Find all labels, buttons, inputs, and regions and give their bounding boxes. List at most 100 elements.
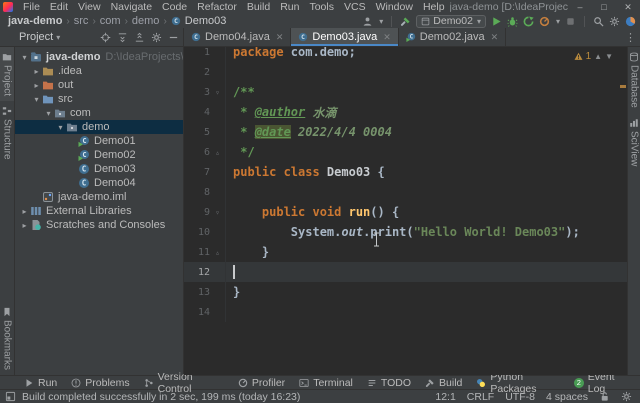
- tab-close-icon[interactable]: ✕: [276, 32, 284, 43]
- tree-chevron-right-icon[interactable]: ▸: [31, 67, 42, 76]
- code-line-3[interactable]: 3 ▿ /**: [184, 82, 627, 102]
- menu-item-navigate[interactable]: Navigate: [106, 0, 157, 14]
- tree-item-out[interactable]: ▸ out: [15, 78, 183, 92]
- tool-window-button-terminal[interactable]: Terminal: [292, 376, 360, 390]
- breadcrumb-item-java-demo[interactable]: java-demo: [8, 15, 62, 27]
- tree-item-demo04[interactable]: C Demo04: [15, 176, 183, 190]
- tree-chevron-down-icon[interactable]: ▾: [43, 109, 54, 118]
- code-line-13[interactable]: 13}: [184, 282, 627, 302]
- close-button[interactable]: ✕: [616, 0, 640, 14]
- tool-window-button-build[interactable]: Build: [418, 376, 469, 390]
- code-line-9[interactable]: 9 ▿ public void run() {: [184, 202, 627, 222]
- tree-item-idea[interactable]: ▸ .idea: [15, 64, 183, 78]
- tree-chevron-right-icon[interactable]: ▸: [31, 81, 42, 90]
- tree-item-com[interactable]: ▾ com: [15, 106, 183, 120]
- search-everywhere-icon[interactable]: [593, 16, 604, 27]
- tree-item-demo01[interactable]: C Demo01: [15, 134, 183, 148]
- tool-stripe-button-project[interactable]: Project: [0, 47, 14, 102]
- tree-item-demo[interactable]: ▾ demo: [15, 120, 183, 134]
- tool-stripe-button-database[interactable]: Database: [628, 47, 640, 113]
- locate-file-icon[interactable]: [100, 32, 111, 43]
- minimize-button[interactable]: –: [568, 0, 592, 14]
- menu-item-help[interactable]: Help: [418, 0, 450, 14]
- menu-item-refactor[interactable]: Refactor: [192, 0, 242, 14]
- fold-marker[interactable]: ▿: [210, 88, 225, 97]
- tree-item-external-libraries[interactable]: ▸ External Libraries: [15, 204, 183, 218]
- tool-window-button-problems[interactable]: Problems: [64, 376, 136, 390]
- tool-window-button-run[interactable]: Run: [17, 376, 64, 390]
- tool-window-switcher-icon[interactable]: [5, 391, 16, 402]
- debug-button[interactable]: [507, 16, 518, 27]
- settings-gear-icon[interactable]: [609, 16, 620, 27]
- code-line-7[interactable]: 7 public class Demo03 {: [184, 162, 627, 182]
- previous-problem-icon[interactable]: ▲: [594, 52, 602, 61]
- tool-window-button-todo[interactable]: TODO: [360, 376, 418, 390]
- run-button[interactable]: [491, 16, 502, 27]
- menu-item-build[interactable]: Build: [242, 0, 275, 14]
- tree-item-demo02[interactable]: C Demo02: [15, 148, 183, 162]
- expand-all-icon[interactable]: [117, 32, 128, 43]
- tool-window-button-profiler[interactable]: Profiler: [231, 376, 292, 390]
- code-line-14[interactable]: 14: [184, 302, 627, 322]
- fold-marker[interactable]: ▿: [210, 208, 225, 217]
- caret-position[interactable]: 12:1: [435, 391, 455, 403]
- breadcrumb-item-demo03[interactable]: Demo03: [185, 15, 227, 27]
- code-line-4[interactable]: 4 * @author 水滴: [184, 102, 627, 122]
- tree-chevron-down-icon[interactable]: ▾: [19, 53, 30, 62]
- lock-icon[interactable]: [599, 391, 610, 402]
- warning-stripe-mark[interactable]: [620, 85, 626, 88]
- tool-stripe-button-bookmarks[interactable]: Bookmarks: [0, 302, 14, 375]
- profile-avatar[interactable]: [625, 16, 636, 27]
- code-line-1[interactable]: 1 package com.demo;: [184, 47, 627, 62]
- breadcrumb-item-com[interactable]: com: [100, 15, 121, 27]
- tab-close-icon[interactable]: ✕: [491, 32, 499, 43]
- code-line-2[interactable]: 2: [184, 62, 627, 82]
- project-panel-title[interactable]: Project: [19, 31, 53, 43]
- tree-item-java-demo-iml[interactable]: java-demo.iml: [15, 190, 183, 204]
- editor-tab-demo02-java[interactable]: C Demo02.java ✕: [399, 28, 507, 46]
- run-configuration-select[interactable]: Demo02 ▾: [416, 14, 486, 28]
- tree-chevron-right-icon[interactable]: ▸: [19, 221, 30, 230]
- tree-item-scratches-and-consoles[interactable]: ▸ Scratches and Consoles: [15, 218, 183, 232]
- tree-item-java-demo[interactable]: ▾ java-demo D:\IdeaProjects\java-demo: [15, 50, 183, 64]
- code-line-10[interactable]: 10 System. out .print("Hello World! Demo03…: [184, 222, 627, 242]
- build-project-button[interactable]: [400, 16, 411, 27]
- breadcrumb-item-src[interactable]: src: [74, 15, 89, 27]
- menu-item-file[interactable]: File: [18, 0, 45, 14]
- tool-window-button-python-packages[interactable]: Python Packages: [469, 371, 573, 395]
- tree-chevron-down-icon[interactable]: ▾: [55, 123, 66, 132]
- editor-tab-demo04-java[interactable]: C Demo04.java ✕: [184, 28, 292, 46]
- hide-panel-icon[interactable]: [168, 32, 179, 43]
- menu-item-edit[interactable]: Edit: [45, 0, 73, 14]
- fold-marker[interactable]: ▵: [210, 148, 225, 157]
- menu-item-view[interactable]: View: [73, 0, 106, 14]
- menu-item-tools[interactable]: Tools: [304, 0, 339, 14]
- tab-options-kebab-icon[interactable]: ⋮: [625, 31, 636, 44]
- notifications-gear-icon[interactable]: [621, 391, 632, 402]
- panel-settings-icon[interactable]: [151, 32, 162, 43]
- tab-close-icon[interactable]: ✕: [383, 32, 391, 43]
- line-separator[interactable]: CRLF: [467, 391, 494, 403]
- menu-item-window[interactable]: Window: [371, 0, 418, 14]
- user-icon[interactable]: [362, 16, 373, 27]
- tree-item-demo03[interactable]: C Demo03: [15, 162, 183, 176]
- maximize-button[interactable]: □: [592, 0, 616, 14]
- tool-stripe-button-structure[interactable]: Structure: [0, 101, 14, 165]
- indent-style[interactable]: 4 spaces: [546, 391, 588, 403]
- inspections-widget[interactable]: 1 ▲ ▼: [574, 51, 613, 62]
- code-line-6[interactable]: 6 ▵ */: [184, 142, 627, 162]
- profiler-button[interactable]: [539, 16, 550, 27]
- menu-item-run[interactable]: Run: [275, 0, 304, 14]
- collapse-all-icon[interactable]: [134, 32, 145, 43]
- file-encoding[interactable]: UTF-8: [505, 391, 535, 403]
- tree-item-src[interactable]: ▾ src: [15, 92, 183, 106]
- code-editor[interactable]: 1 package com.demo; 2 3 ▿/** 4 * @author 水滴 5 …: [184, 47, 627, 375]
- code-line-8[interactable]: 8: [184, 182, 627, 202]
- tree-chevron-down-icon[interactable]: ▾: [31, 95, 42, 104]
- code-line-12[interactable]: 12: [184, 262, 627, 282]
- menu-item-code[interactable]: Code: [157, 0, 192, 14]
- code-line-5[interactable]: 5 * @date 2022/4/4 0004: [184, 122, 627, 142]
- code-line-11[interactable]: 11 ▵ }: [184, 242, 627, 262]
- next-problem-icon[interactable]: ▼: [605, 52, 613, 61]
- fold-marker[interactable]: ▵: [210, 248, 225, 257]
